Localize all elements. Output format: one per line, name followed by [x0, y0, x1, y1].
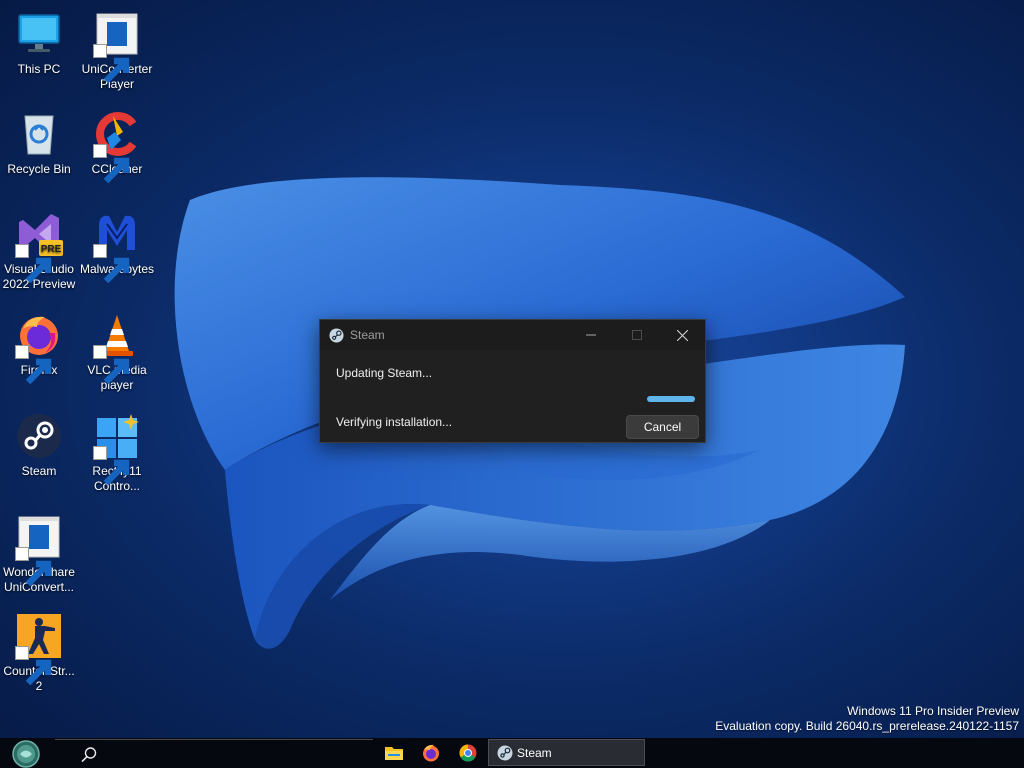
steam-icon: [15, 412, 63, 460]
shortcut-arrow-icon: [93, 446, 130, 486]
shortcut-arrow-icon: [93, 244, 130, 284]
document-app-icon: [15, 513, 63, 587]
steam-icon: [497, 745, 513, 761]
update-status-text: Updating Steam...: [336, 366, 433, 380]
desktop-icon-uniconverter-player[interactable]: UniConverter Player: [78, 10, 156, 92]
desktop-icon-visual-studio[interactable]: PRE Visual Studio 2022 Preview: [0, 210, 78, 292]
taskbar-steam-label: Steam: [517, 746, 552, 760]
shortcut-arrow-icon: [93, 144, 130, 184]
recycle-bin-icon: [15, 110, 63, 158]
maximize-icon: [632, 330, 642, 340]
windows-watermark: Windows 11 Pro Insider Preview Evaluatio…: [715, 704, 1019, 734]
dialog-title: Steam: [350, 328, 385, 342]
shortcut-arrow-icon: [93, 345, 130, 385]
search-icon: [81, 747, 97, 763]
close-icon: [676, 329, 688, 341]
file-explorer-icon[interactable]: [384, 743, 404, 763]
desktop-icon-steam[interactable]: Steam: [0, 412, 78, 479]
update-progress-bar: [336, 396, 701, 402]
desktop-icon-rectify11[interactable]: Rectify11 Contro...: [78, 412, 156, 494]
taskbar-steam-button[interactable]: Steam: [488, 739, 645, 766]
desktop-icon-ccleaner[interactable]: CCleaner: [78, 110, 156, 184]
minimize-icon: [586, 334, 596, 336]
progress-fill: [647, 396, 695, 402]
shortcut-arrow-icon: [15, 244, 52, 284]
watermark-edition: Windows 11 Pro Insider Preview: [847, 704, 1019, 718]
document-app-icon: [93, 10, 141, 84]
shortcut-arrow-icon: [93, 44, 130, 84]
cancel-button[interactable]: Cancel: [626, 415, 699, 439]
maximize-button[interactable]: [614, 320, 660, 350]
malwarebytes-icon: [93, 210, 141, 284]
chrome-icon[interactable]: [458, 743, 478, 763]
taskbar: Steam: [0, 738, 1024, 768]
steam-update-dialog[interactable]: Steam Updating Steam... Verifying instal…: [319, 319, 706, 443]
start-orb-icon: [12, 740, 40, 768]
desktop-icon-label: Recycle Bin: [7, 162, 71, 176]
dialog-titlebar[interactable]: Steam: [320, 320, 705, 350]
desktop-icon-firefox[interactable]: Firefox: [0, 311, 78, 385]
shortcut-arrow-icon: [15, 547, 52, 587]
shortcut-arrow-icon: [15, 345, 52, 385]
desktop-icon-label: This PC: [17, 62, 61, 76]
taskbar-search-box[interactable]: [55, 739, 373, 767]
close-button[interactable]: [659, 320, 705, 350]
visual-studio-icon: PRE: [15, 210, 63, 284]
desktop-icon-label: Steam: [21, 464, 57, 478]
desktop-icon-vlc[interactable]: VLC media player: [78, 311, 156, 393]
counter-strike-icon: [15, 612, 63, 686]
start-button[interactable]: [6, 740, 46, 768]
steam-icon: [329, 328, 344, 343]
firefox-icon[interactable]: [421, 743, 441, 763]
desktop: This PC UniConverter Player Recycle Bin …: [0, 0, 1024, 768]
shortcut-arrow-icon: [15, 646, 52, 686]
desktop-icon-malwarebytes[interactable]: Malwarebytes: [78, 210, 156, 284]
desktop-icon-counter-strike[interactable]: Counter-Str... 2: [0, 612, 78, 694]
ccleaner-icon: [93, 110, 141, 184]
vlc-cone-icon: [93, 311, 141, 385]
watermark-build: Evaluation copy. Build 26040.rs_prerelea…: [715, 719, 1019, 733]
firefox-icon: [15, 311, 63, 385]
monitor-icon: [15, 10, 63, 58]
desktop-icon-recycle-bin[interactable]: Recycle Bin: [0, 110, 78, 177]
minimize-button[interactable]: [568, 320, 614, 350]
desktop-icon-wondershare-uniconverter[interactable]: Wondershare UniConvert...: [0, 513, 78, 595]
windows-logo-icon: [93, 412, 141, 486]
desktop-icon-this-pc[interactable]: This PC: [0, 10, 78, 77]
verification-status-text: Verifying installation...: [336, 415, 453, 429]
